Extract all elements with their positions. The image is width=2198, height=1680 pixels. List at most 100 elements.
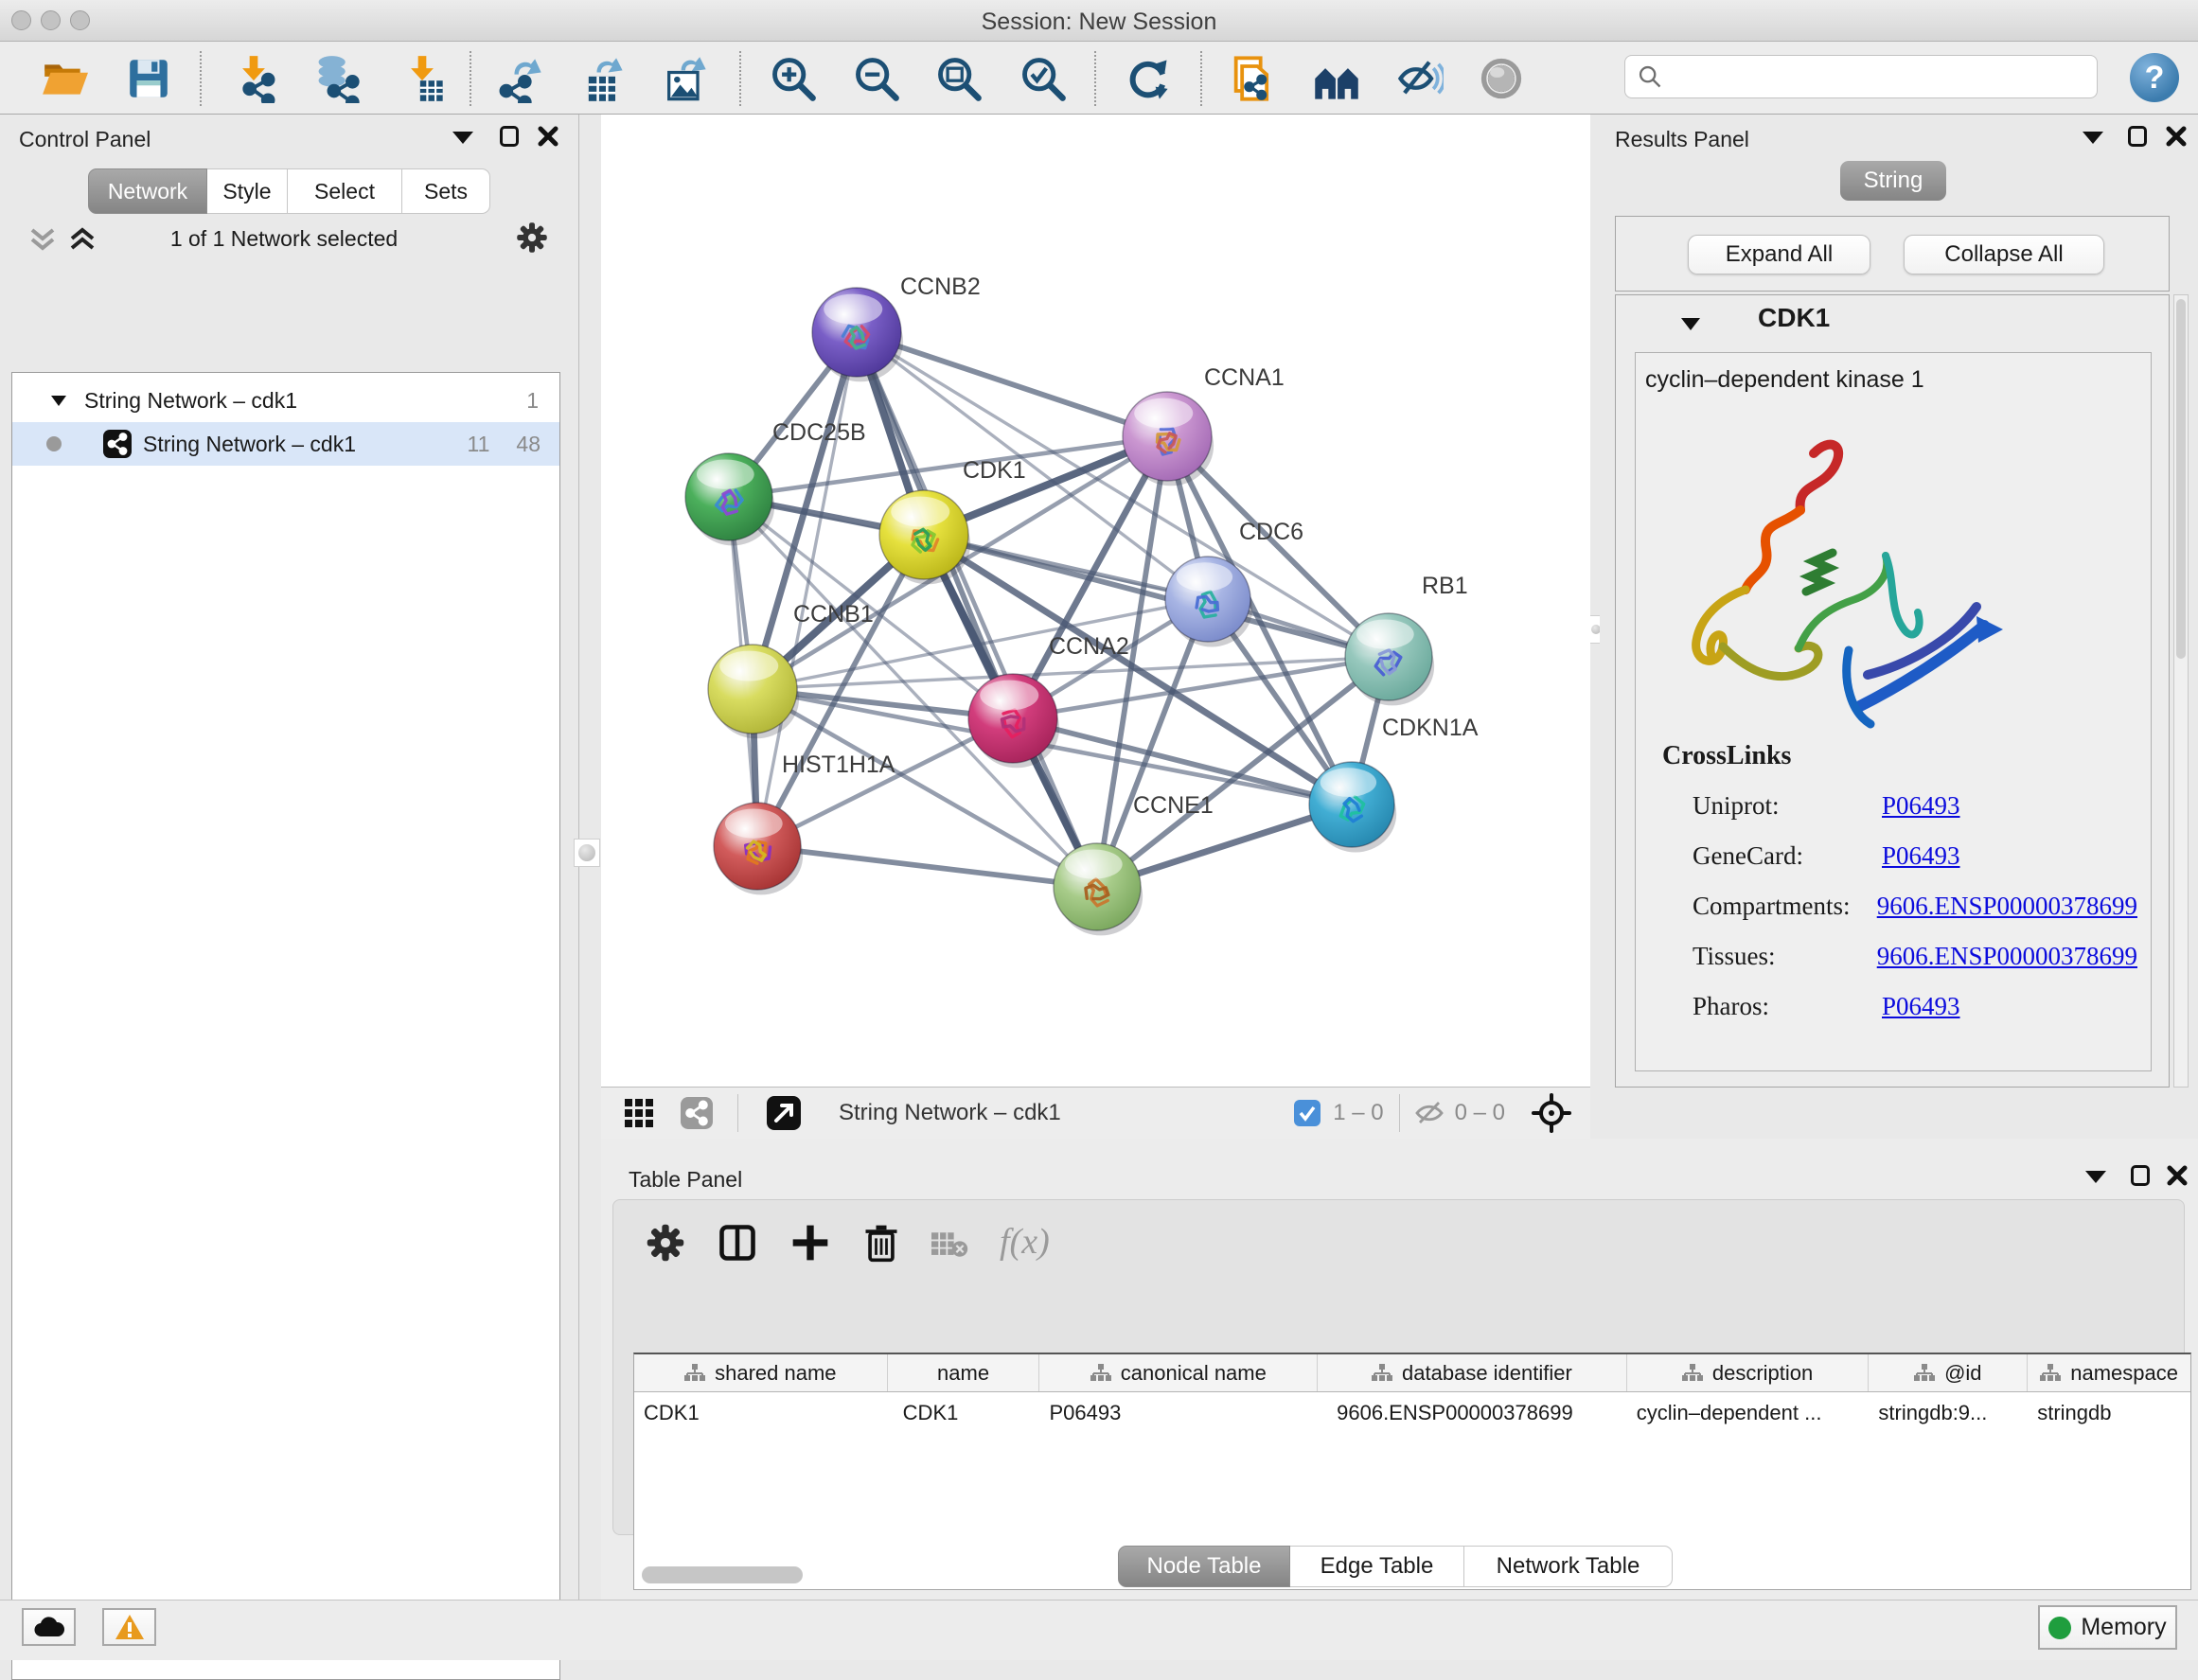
tree-expand-icon[interactable]: [50, 394, 67, 407]
hide-panels-icon[interactable]: [1393, 53, 1445, 104]
selected-checkbox-icon[interactable]: [1293, 1099, 1321, 1127]
birdseye-view-icon[interactable]: [767, 1096, 801, 1130]
network-graph-canvas[interactable]: CCNB2CCNA1CDC25BCDK1CDC6RB1CCNB1CCNA2CDK…: [601, 115, 1590, 1087]
function-builder-icon[interactable]: f(x): [1000, 1221, 1050, 1263]
crosslink-row: GeneCard: P06493: [1693, 831, 2137, 881]
graph-node-CDKN1A[interactable]: CDKN1A: [1309, 715, 1479, 853]
graph-node-label: CCNB2: [900, 274, 981, 300]
zoom-fit-icon[interactable]: [933, 53, 984, 104]
import-network-database-icon[interactable]: [310, 53, 362, 104]
warnings-button[interactable]: [102, 1608, 156, 1646]
tab-network[interactable]: Network: [88, 168, 207, 214]
column-header[interactable]: name: [888, 1354, 1040, 1391]
cell-shared-name: CDK1: [634, 1392, 888, 1434]
network-view[interactable]: CCNB2CCNA1CDC25BCDK1CDC6RB1CCNB1CCNA2CDK…: [601, 115, 1590, 1139]
column-label: canonical name: [1121, 1361, 1267, 1386]
crosslink-row: Tissues: 9606.ENSP00000378699: [1693, 931, 2137, 981]
column-header[interactable]: namespace: [2028, 1354, 2190, 1391]
results-panel: Results Panel String Expand All Collapse…: [1600, 115, 2198, 1139]
open-session-icon[interactable]: [39, 53, 90, 104]
fit-selected-crosshair-icon[interactable]: [1532, 1093, 1571, 1133]
panel-float-icon[interactable]: [2128, 126, 2147, 147]
results-scrollbar[interactable]: [2173, 294, 2189, 1088]
save-session-icon[interactable]: [123, 53, 174, 104]
graph-node-label: CCNA2: [1049, 633, 1129, 660]
zoom-selected-icon[interactable]: [1018, 53, 1069, 104]
panel-close-icon[interactable]: [536, 124, 560, 149]
panel-close-icon[interactable]: [2165, 1163, 2189, 1188]
graph-node-label: RB1: [1422, 573, 1468, 599]
collapse-all-button[interactable]: Collapse All: [1904, 235, 2104, 274]
gene-collapse-icon[interactable]: [1680, 316, 1701, 331]
share-view-icon[interactable]: [681, 1097, 713, 1129]
tab-sets[interactable]: Sets: [402, 168, 490, 214]
table-hscrollbar-thumb[interactable]: [642, 1566, 803, 1583]
panel-menu-icon[interactable]: [2085, 1171, 2106, 1183]
panel-float-icon[interactable]: [500, 126, 519, 147]
crosslink-value[interactable]: 9606.ENSP00000378699: [1877, 942, 2137, 971]
collapse-all-icon[interactable]: [27, 224, 59, 255]
window-title: Session: New Session: [0, 9, 2198, 36]
cell-database-identifier: 9606.ENSP00000378699: [1318, 1392, 1627, 1434]
cloud-button[interactable]: [22, 1608, 76, 1646]
crosslink-value[interactable]: P06493: [1882, 791, 1960, 821]
panel-close-icon[interactable]: [2164, 124, 2189, 149]
search-input[interactable]: [1671, 63, 2078, 90]
panel-menu-icon[interactable]: [452, 132, 473, 144]
import-table-icon[interactable]: [397, 53, 448, 104]
column-header[interactable]: @id: [1869, 1354, 2028, 1391]
panel-float-icon[interactable]: [2131, 1165, 2150, 1186]
panel-menu-icon[interactable]: [2083, 132, 2103, 144]
expand-all-button[interactable]: Expand All: [1688, 235, 1870, 274]
export-image-icon[interactable]: [660, 53, 711, 104]
tab-node-table[interactable]: Node Table: [1118, 1546, 1290, 1587]
clone-network-icon[interactable]: [1227, 53, 1278, 104]
network-collection-row[interactable]: String Network – cdk1 1: [12, 379, 559, 422]
network-collection-label: String Network – cdk1: [84, 388, 297, 414]
crosslink-row: Compartments: 9606.ENSP00000378699: [1693, 881, 2137, 931]
help-glyph: ?: [2145, 60, 2165, 97]
graph-node-CCNE1[interactable]: CCNE1: [1054, 792, 1214, 935]
results-tab-string[interactable]: String: [1840, 161, 1946, 201]
expand-all-icon[interactable]: [66, 224, 98, 255]
table-row[interactable]: CDK1 CDK1 P06493 9606.ENSP00000378699 cy…: [634, 1392, 2190, 1434]
delete-column-trash-icon[interactable]: [860, 1222, 902, 1264]
table-settings-gear-icon[interactable]: [645, 1222, 686, 1264]
column-header[interactable]: database identifier: [1318, 1354, 1627, 1391]
graph-node-RB1[interactable]: RB1: [1345, 573, 1468, 705]
column-header[interactable]: shared name: [634, 1354, 888, 1391]
crosslink-value[interactable]: 9606.ENSP00000378699: [1877, 892, 2137, 921]
refresh-view-icon[interactable]: [1123, 53, 1174, 104]
cell-canonical-name: P06493: [1039, 1392, 1318, 1434]
graph-node-CCNA2[interactable]: CCNA2: [968, 633, 1129, 768]
left-splitter-handle[interactable]: [574, 839, 600, 867]
tab-network-table[interactable]: Network Table: [1464, 1546, 1673, 1587]
zoom-out-icon[interactable]: [851, 53, 902, 104]
column-header[interactable]: description: [1627, 1354, 1870, 1391]
import-network-icon[interactable]: [228, 53, 279, 104]
results-scrollbar-thumb[interactable]: [2176, 299, 2186, 659]
gene-detail-box: cyclin–dependent kinase 1 CrossLinks: [1635, 352, 2152, 1071]
split-columns-icon[interactable]: [717, 1222, 758, 1264]
search-box[interactable]: [1624, 55, 2098, 98]
crosslink-value[interactable]: P06493: [1882, 841, 1960, 871]
hidden-eye-icon[interactable]: [1413, 1099, 1445, 1127]
column-header[interactable]: canonical name: [1039, 1354, 1318, 1391]
tab-select[interactable]: Select: [288, 168, 402, 214]
export-network-icon[interactable]: [495, 53, 546, 104]
preview-sphere-icon[interactable]: [1476, 53, 1527, 104]
tab-edge-table[interactable]: Edge Table: [1290, 1546, 1464, 1587]
string-protein-query-icon[interactable]: [1311, 53, 1362, 104]
graph-node-CCNA1[interactable]: CCNA1: [1123, 364, 1285, 486]
tab-style[interactable]: Style: [207, 168, 288, 214]
zoom-in-icon[interactable]: [768, 53, 819, 104]
network-options-gear-icon[interactable]: [515, 221, 549, 255]
memory-button[interactable]: Memory: [2038, 1605, 2177, 1650]
network-row[interactable]: String Network – cdk1 11 48: [12, 422, 559, 466]
help-button[interactable]: ?: [2130, 53, 2179, 102]
crosslink-value[interactable]: P06493: [1882, 992, 1960, 1021]
add-column-icon[interactable]: [789, 1222, 831, 1264]
delete-table-icon[interactable]: [931, 1230, 969, 1259]
export-table-icon[interactable]: [577, 53, 629, 104]
grid-view-icon[interactable]: [624, 1098, 654, 1128]
